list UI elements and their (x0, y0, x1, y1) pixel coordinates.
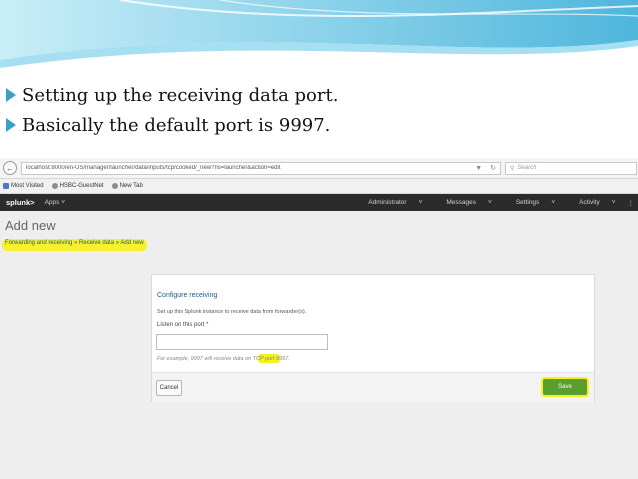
globe-icon (111, 183, 118, 189)
globe-icon (51, 183, 58, 189)
arrow-bullet-icon (6, 88, 16, 102)
activity-menu[interactable]: Activity ˅ (567, 199, 615, 207)
panel-description: Set up this Splunk instance to receive d… (157, 309, 307, 315)
url-text: localhost:8000/en-US/manager/launcher/da… (26, 165, 281, 171)
bookmark-hsbc-guestnet[interactable]: HSBC-GuestNet (51, 183, 104, 189)
back-arrow-icon[interactable]: ← (3, 161, 17, 175)
folder-icon (3, 183, 9, 189)
search-icon: ⚲ (510, 165, 515, 172)
panel-footer: Cancel Save (152, 372, 594, 402)
splunk-logo[interactable]: splunk> (6, 198, 35, 207)
cancel-button[interactable]: Cancel (156, 380, 182, 396)
splunk-top-nav: splunk> Apps ˅ Administrator ˅ Messages ˅ … (0, 194, 638, 211)
messages-menu[interactable]: Messages ˅ (434, 199, 491, 207)
chevron-down-icon: ˅ (551, 198, 556, 206)
reload-icon[interactable]: ↻ (490, 164, 496, 172)
menu-label: Administrator (368, 198, 407, 206)
more-options-icon[interactable]: ⋮ (628, 199, 635, 207)
menu-label: Settings (515, 198, 540, 206)
bullet-text: Basically the default port is 9997. (22, 114, 331, 136)
bookmark-label: New Tab (119, 183, 143, 189)
bookmarks-bar: Most Visited HSBC-GuestNet New Tab (0, 179, 638, 194)
right-nav-menus: Administrator ˅ Messages ˅ Settings ˅ Activ… (344, 199, 634, 207)
breadcrumb[interactable]: Forwarding and receiving » Receive data … (5, 240, 144, 246)
search-placeholder: Search (517, 165, 537, 171)
apps-menu[interactable]: Apps ˅ (45, 199, 65, 206)
bookmark-new-tab[interactable]: New Tab (111, 183, 143, 189)
bullet-list: Setting up the receiving data port. Basi… (6, 80, 338, 140)
configure-receiving-panel: Configure receiving Set up this Splunk i… (151, 274, 595, 402)
dropdown-arrow-icon[interactable]: ▼ (475, 165, 482, 172)
browser-search-input[interactable]: ⚲ Search (505, 161, 637, 175)
bookmark-most-visited[interactable]: Most Visited (3, 183, 44, 189)
address-bar[interactable]: localhost:8000/en-US/manager/launcher/da… (21, 161, 501, 175)
menu-label: Messages (446, 198, 477, 206)
listen-port-input[interactable] (156, 334, 328, 350)
chevron-down-icon: ˅ (488, 198, 492, 206)
bookmark-label: HSBC-GuestNet (59, 183, 104, 189)
page-title: Add new (5, 218, 56, 233)
port-help-text: For example, 9997 will receive data on T… (157, 356, 290, 362)
menu-label: Activity (579, 198, 600, 206)
bullet-item: Basically the default port is 9997. (6, 110, 338, 140)
panel-title: Configure receiving (157, 292, 218, 299)
bookmark-label: Most Visited (11, 183, 44, 189)
chevron-down-icon: ˅ (611, 198, 616, 206)
port-field-label: Listen on this port * (157, 322, 209, 328)
settings-menu[interactable]: Settings ˅ (504, 199, 555, 207)
bullet-item: Setting up the receiving data port. (6, 80, 338, 110)
chevron-down-icon: ˅ (61, 199, 65, 206)
arrow-bullet-icon (6, 118, 16, 132)
chevron-down-icon: ˅ (418, 198, 423, 206)
save-button[interactable]: Save (543, 379, 587, 395)
browser-toolbar: ← localhost:8000/en-US/manager/launcher/… (0, 158, 638, 179)
apps-menu-label: Apps (44, 199, 60, 206)
header-swoosh-decoration (0, 0, 638, 78)
browser-window: ← localhost:8000/en-US/manager/launcher/… (0, 158, 638, 479)
administrator-menu[interactable]: Administrator ˅ (356, 199, 422, 207)
bullet-text: Setting up the receiving data port. (22, 84, 339, 106)
